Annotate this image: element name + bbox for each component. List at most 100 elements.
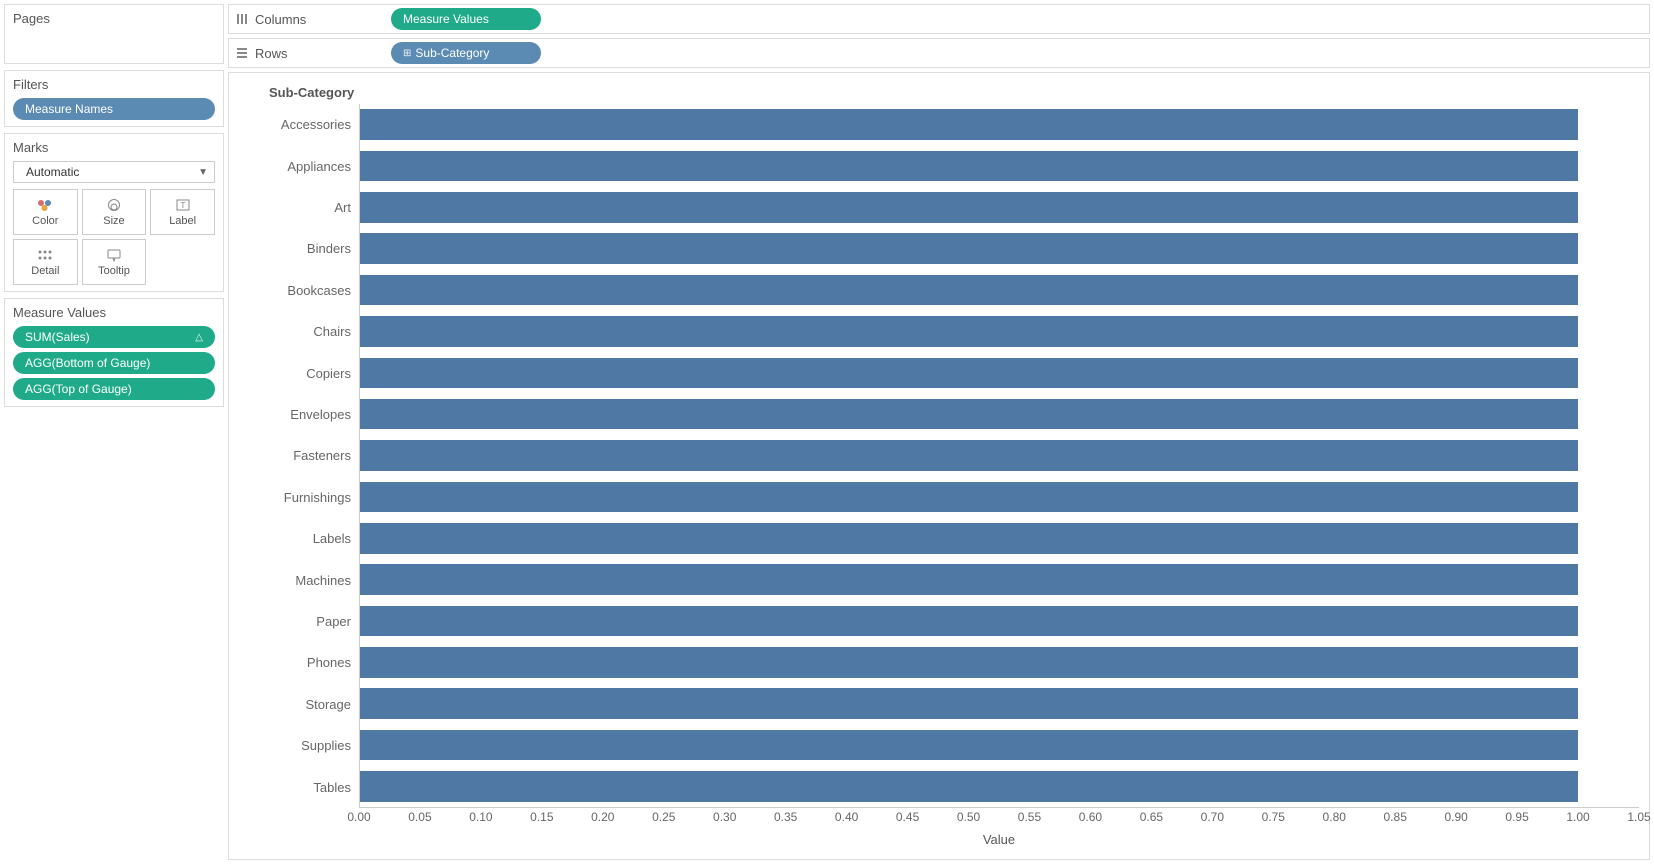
svg-text:T: T bbox=[180, 201, 185, 210]
marks-label-button[interactable]: T Label bbox=[150, 189, 215, 235]
columns-text: Columns bbox=[255, 12, 306, 27]
marks-card: Marks Automatic ▼ Color Size T bbox=[4, 133, 224, 292]
bar-row bbox=[360, 518, 1639, 559]
bar-row bbox=[360, 683, 1639, 724]
rows-pill-subcategory[interactable]: ⊞ Sub-Category bbox=[391, 42, 541, 64]
bar-row bbox=[360, 600, 1639, 641]
bar[interactable] bbox=[360, 399, 1578, 430]
bar-row bbox=[360, 435, 1639, 476]
columns-icon bbox=[235, 12, 249, 26]
label-icon: T bbox=[174, 198, 192, 212]
mv-pill-agg-top[interactable]: AGG(Top of Gauge) bbox=[13, 378, 215, 400]
bar[interactable] bbox=[360, 730, 1578, 761]
y-axis-label: Machines bbox=[239, 559, 351, 600]
filters-title: Filters bbox=[13, 77, 215, 92]
tooltip-icon bbox=[105, 248, 123, 262]
marks-label-label: Label bbox=[169, 215, 196, 227]
chart-view[interactable]: Sub-Category AccessoriesAppliancesArtBin… bbox=[228, 72, 1650, 860]
bar[interactable] bbox=[360, 109, 1578, 140]
x-axis-tick: 0.75 bbox=[1262, 810, 1285, 824]
bar[interactable] bbox=[360, 233, 1578, 264]
x-axis-tick: 0.85 bbox=[1384, 810, 1407, 824]
filters-shelf[interactable]: Filters Measure Names bbox=[4, 70, 224, 127]
marks-detail-label: Detail bbox=[31, 265, 59, 277]
y-axis-label: Copiers bbox=[239, 352, 351, 393]
marks-color-label: Color bbox=[32, 215, 58, 227]
x-axis-title: Value bbox=[359, 832, 1639, 847]
y-axis-label: Art bbox=[239, 187, 351, 228]
mv-pill-agg-bottom[interactable]: AGG(Bottom of Gauge) bbox=[13, 352, 215, 374]
bar[interactable] bbox=[360, 564, 1578, 595]
sort-icon: △ bbox=[195, 332, 203, 343]
measure-values-shelf[interactable]: Measure Values SUM(Sales) △ AGG(Bottom o… bbox=[4, 298, 224, 407]
x-axis-tick: 0.05 bbox=[408, 810, 431, 824]
detail-icon bbox=[36, 248, 54, 262]
rows-pill-label: Sub-Category bbox=[415, 46, 489, 60]
x-axis-tick: 0.30 bbox=[713, 810, 736, 824]
y-axis-label: Binders bbox=[239, 228, 351, 269]
bar-row bbox=[360, 269, 1639, 310]
marks-size-button[interactable]: Size bbox=[82, 189, 147, 235]
x-axis-tick: 0.20 bbox=[591, 810, 614, 824]
bar[interactable] bbox=[360, 647, 1578, 678]
y-axis-label: Fasteners bbox=[239, 435, 351, 476]
bar[interactable] bbox=[360, 771, 1578, 802]
bar-row bbox=[360, 394, 1639, 435]
bar-row bbox=[360, 352, 1639, 393]
y-axis-label: Supplies bbox=[239, 725, 351, 766]
bar-row bbox=[360, 228, 1639, 269]
pages-shelf[interactable]: Pages bbox=[4, 4, 224, 64]
x-axis-tick: 0.50 bbox=[957, 810, 980, 824]
marks-tooltip-label: Tooltip bbox=[98, 265, 130, 277]
mv-pill-label: SUM(Sales) bbox=[25, 330, 90, 344]
rows-text: Rows bbox=[255, 46, 288, 61]
y-axis-label: Accessories bbox=[239, 104, 351, 145]
x-axis-tick: 0.40 bbox=[835, 810, 858, 824]
color-icon bbox=[36, 198, 54, 212]
bar[interactable] bbox=[360, 151, 1578, 182]
columns-pill-label: Measure Values bbox=[403, 12, 489, 26]
bar[interactable] bbox=[360, 440, 1578, 471]
marks-detail-button[interactable]: Detail bbox=[13, 239, 78, 285]
columns-shelf[interactable]: Columns Measure Values bbox=[228, 4, 1650, 34]
x-axis-tick: 0.00 bbox=[347, 810, 370, 824]
bar[interactable] bbox=[360, 316, 1578, 347]
mv-pill-sum-sales[interactable]: SUM(Sales) △ bbox=[13, 326, 215, 348]
chevron-down-icon: ▼ bbox=[198, 167, 208, 178]
bar[interactable] bbox=[360, 606, 1578, 637]
x-axis-tick: 0.80 bbox=[1323, 810, 1346, 824]
filter-pill-measure-names[interactable]: Measure Names bbox=[13, 98, 215, 120]
x-axis-tick: 1.00 bbox=[1566, 810, 1589, 824]
bar[interactable] bbox=[360, 523, 1578, 554]
columns-pill-measure-values[interactable]: Measure Values bbox=[391, 8, 541, 30]
x-axis-tick: 0.95 bbox=[1505, 810, 1528, 824]
x-axis-tick: 0.90 bbox=[1444, 810, 1467, 824]
y-axis-label: Appliances bbox=[239, 145, 351, 186]
bar-row bbox=[360, 766, 1639, 807]
bar[interactable] bbox=[360, 688, 1578, 719]
x-axis-tick: 0.70 bbox=[1201, 810, 1224, 824]
y-axis-label: Phones bbox=[239, 642, 351, 683]
mv-pill-label: AGG(Top of Gauge) bbox=[25, 382, 132, 396]
rows-shelf[interactable]: Rows ⊞ Sub-Category bbox=[228, 38, 1650, 68]
bar-row bbox=[360, 187, 1639, 228]
mv-pill-label: AGG(Bottom of Gauge) bbox=[25, 356, 150, 370]
rows-label: Rows bbox=[235, 46, 375, 61]
bar-row bbox=[360, 104, 1639, 145]
chart-title: Sub-Category bbox=[269, 85, 1639, 100]
x-axis-tick: 0.55 bbox=[1018, 810, 1041, 824]
marks-type-select[interactable]: Automatic ▼ bbox=[13, 161, 215, 183]
marks-tooltip-button[interactable]: Tooltip bbox=[82, 239, 147, 285]
bar[interactable] bbox=[360, 482, 1578, 513]
bar[interactable] bbox=[360, 275, 1578, 306]
rows-icon bbox=[235, 46, 249, 60]
x-axis-tick: 0.65 bbox=[1140, 810, 1163, 824]
bar-row bbox=[360, 145, 1639, 186]
pages-title: Pages bbox=[13, 11, 215, 26]
x-axis-tick: 0.10 bbox=[469, 810, 492, 824]
bar[interactable] bbox=[360, 358, 1578, 389]
marks-color-button[interactable]: Color bbox=[13, 189, 78, 235]
y-axis-label: Tables bbox=[239, 767, 351, 808]
bar[interactable] bbox=[360, 192, 1578, 223]
y-axis-label: Paper bbox=[239, 601, 351, 642]
